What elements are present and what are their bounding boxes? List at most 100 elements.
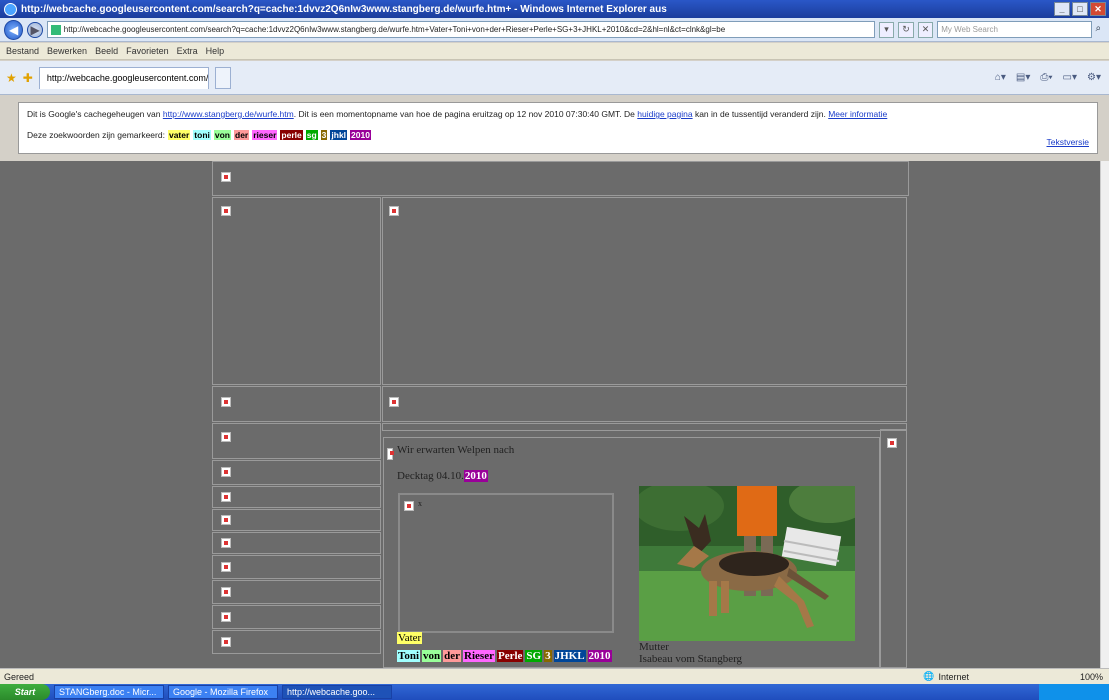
mother-label: Mutter (639, 641, 669, 653)
taskbar-item-firefox[interactable]: Google - Mozilla Firefox (168, 685, 278, 699)
page-scrollbar[interactable] (1100, 161, 1109, 668)
father-name-word: JHKL (553, 650, 586, 662)
back-button[interactable]: ◀ (4, 19, 24, 40)
refresh-button[interactable]: ↻ (898, 21, 914, 38)
system-tray (1039, 684, 1109, 700)
litter-heading: Wir erwarten Welpen nach (397, 444, 515, 456)
subheader-cell (382, 386, 907, 422)
father-name-word: SG (525, 650, 543, 662)
search-icon[interactable]: ⌕ (1096, 23, 1109, 37)
taskbar-item-ie[interactable]: http://webcache.goo... (282, 685, 392, 699)
nav-cell[interactable] (212, 630, 381, 654)
father-name-word: der (443, 650, 462, 662)
decktag-year: 2010 (463, 470, 488, 482)
page-menu-icon[interactable]: ▭▾ (1063, 72, 1077, 83)
close-button[interactable]: ✕ (1090, 2, 1106, 16)
text-version-link[interactable]: Tekstversie (1046, 137, 1089, 147)
father-label-row: Vater (397, 632, 423, 644)
dog-photo (639, 486, 855, 641)
cache-keywords-line: Deze zoekwoorden zijn gemarkeerd: vater … (27, 130, 1089, 140)
google-cache-banner: Dit is Google's cachegeheugen van http:/… (18, 102, 1098, 154)
zoom-control[interactable]: 100% (1080, 672, 1103, 682)
menu-item-help[interactable]: Help (206, 46, 225, 56)
add-favorites-icon[interactable]: ✚ (23, 71, 33, 85)
keywords-label: Deze zoekwoorden zijn gemarkeerd: (27, 130, 165, 140)
inner-alt-text: x (418, 499, 422, 508)
mother-name: Isabeau vom Stangberg (639, 653, 743, 665)
father-name-word: 2010 (587, 650, 612, 662)
cache-info-line: Dit is Google's cachegeheugen van http:/… (27, 109, 1089, 119)
keyword-badge: toni (193, 130, 211, 140)
nav-cell[interactable] (212, 460, 381, 485)
nav-cell[interactable] (212, 580, 381, 604)
broken-image-icon (221, 492, 231, 502)
maximize-button[interactable]: □ (1072, 2, 1088, 16)
nav-cell (212, 386, 381, 422)
address-input[interactable]: http://webcache.googleusercontent.com/se… (46, 21, 875, 38)
nav-cell[interactable] (212, 605, 381, 629)
content-top-border (382, 423, 907, 431)
current-page-link[interactable]: huidige pagina (637, 109, 692, 119)
window-titlebar: http://webcache.googleusercontent.com/se… (0, 0, 1109, 18)
broken-image-icon (221, 587, 231, 597)
menu-item-file[interactable]: Bestand (6, 46, 39, 56)
keyword-badge: vater (167, 130, 191, 140)
keyword-badge: 3 (320, 130, 328, 140)
inner-image-box: x (398, 493, 614, 633)
broken-image-icon (221, 206, 231, 216)
broken-image-icon (221, 562, 231, 572)
keyword-badge: perle (280, 130, 303, 140)
address-toolbar: ◀ ▶ http://webcache.googleusercontent.co… (0, 18, 1109, 42)
tools-menu-icon[interactable]: ⚙▾ (1087, 72, 1101, 83)
broken-image-icon (221, 432, 231, 442)
broken-image-icon (221, 467, 231, 477)
father-name-row: Toni von der Rieser Perle SG 3 JHKL 2010 (397, 650, 612, 662)
broken-image-icon (404, 501, 414, 511)
page-favicon-icon (50, 24, 61, 35)
start-button[interactable]: Start (0, 684, 50, 700)
broken-image-icon (221, 172, 231, 182)
minimize-button[interactable]: _ (1054, 2, 1070, 16)
tab-label: http://webcache.googleusercontent.com/se… (46, 73, 209, 83)
nav-cell[interactable] (212, 532, 381, 554)
menu-item-favorites[interactable]: Favorieten (126, 46, 169, 56)
cache-snapshot-text: . Dit is een momentopname van hoe de pag… (293, 109, 635, 119)
header-cell (212, 161, 909, 196)
status-text: Gereed (4, 671, 35, 682)
stop-button[interactable]: ✕ (917, 21, 934, 38)
father-name-word: Toni (397, 650, 421, 662)
broken-image-icon (387, 448, 394, 460)
dog-photo-image (639, 486, 855, 641)
print-icon[interactable]: ⎙▾ (1040, 72, 1052, 83)
security-zone[interactable]: 🌐 Internet (923, 671, 969, 682)
home-icon[interactable]: ⌂▾ (995, 72, 1006, 83)
tab-bar: ★ ✚ http://webcache.googleusercontent.co… (0, 61, 1109, 95)
nav-cell[interactable] (212, 509, 381, 531)
address-url: http://webcache.googleusercontent.com/se… (63, 25, 726, 34)
litter-content-panel: Wir erwarten Welpen nach Decktag 04.10.2… (383, 437, 880, 668)
broken-image-icon (389, 206, 399, 216)
favorites-star-icon[interactable]: ★ (6, 71, 17, 85)
tab-webcache[interactable]: http://webcache.googleusercontent.com/se… (38, 66, 209, 89)
nav-cell (212, 423, 381, 459)
search-input[interactable]: My Web Search (937, 21, 1092, 38)
address-dropdown-button[interactable]: ▾ (878, 21, 895, 38)
banner-cell (382, 197, 907, 385)
decktag-line: Decktag 04.10.2010 (397, 470, 488, 482)
menu-item-edit[interactable]: Bewerken (47, 46, 87, 56)
ie-logo-icon (4, 2, 17, 16)
menu-item-tools[interactable]: Extra (177, 46, 198, 56)
broken-image-icon (887, 438, 897, 448)
cached-url-link[interactable]: http://www.stangberg.de/wurfe.htm (163, 109, 294, 119)
menu-item-view[interactable]: Beeld (95, 46, 118, 56)
more-info-link[interactable]: Meer informatie (828, 109, 887, 119)
new-tab-button[interactable] (214, 66, 231, 89)
broken-image-icon (389, 397, 399, 407)
keyword-badge: von (213, 130, 231, 140)
nav-cell[interactable] (212, 555, 381, 579)
left-nav-cell (212, 197, 381, 385)
forward-button[interactable]: ▶ (27, 21, 43, 38)
feeds-icon[interactable]: ▤▾ (1016, 72, 1030, 83)
taskbar-item-word[interactable]: STANGberg.doc - Micr... (54, 685, 164, 699)
nav-cell[interactable] (212, 486, 381, 508)
